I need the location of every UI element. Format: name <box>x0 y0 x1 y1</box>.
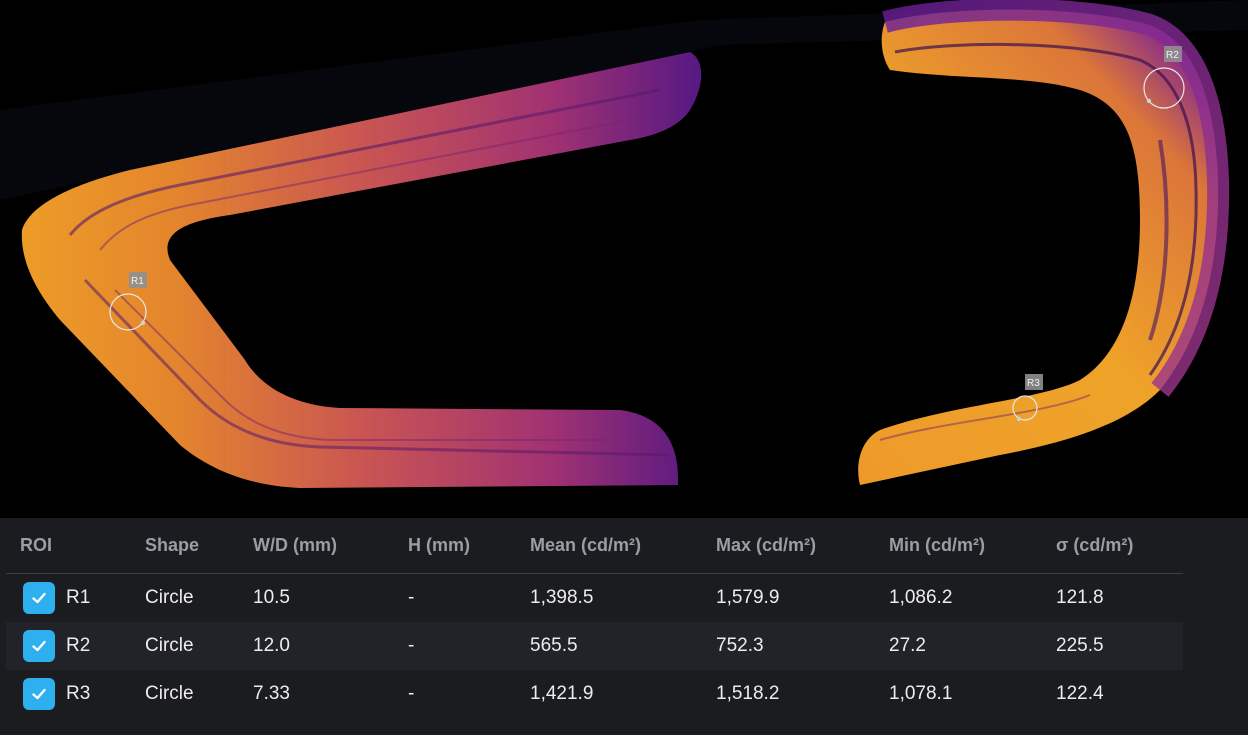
roi-visibility-checkbox[interactable] <box>23 630 55 662</box>
roi-sigma: 121.8 <box>1056 587 1104 608</box>
roi-statistics-panel: ROI Shape W/D (mm) H (mm) Mean (cd/m²) M… <box>0 518 1248 735</box>
column-header-min[interactable]: Min (cd/m²) <box>889 518 985 573</box>
roi-h: - <box>408 635 415 656</box>
roi-min: 1,086.2 <box>889 587 953 608</box>
roi-sigma: 225.5 <box>1056 635 1104 656</box>
column-header-shape[interactable]: Shape <box>145 518 199 573</box>
checkmark-icon <box>32 640 46 652</box>
roi-visibility-checkbox[interactable] <box>23 582 55 614</box>
roi-table: ROI Shape W/D (mm) H (mm) Mean (cd/m²) M… <box>6 518 1183 718</box>
false-color-luminance-image: R1 R2 R3 <box>0 0 1248 488</box>
roi-h: - <box>408 683 415 704</box>
roi-sigma: 122.4 <box>1056 683 1104 704</box>
roi-max: 1,518.2 <box>716 683 780 704</box>
roi-shape: Circle <box>145 683 194 704</box>
roi-name: R2 <box>66 635 91 656</box>
table-row[interactable]: R3 Circle 7.33 - 1,421.9 1,518.2 1,078.1… <box>6 670 1183 718</box>
roi-visibility-checkbox[interactable] <box>23 678 55 710</box>
checkmark-icon <box>32 592 46 604</box>
roi-mean: 1,398.5 <box>530 587 594 608</box>
roi-shape: Circle <box>145 587 194 608</box>
column-header-sigma[interactable]: σ (cd/m²) <box>1056 518 1133 573</box>
column-header-mean[interactable]: Mean (cd/m²) <box>530 518 641 573</box>
roi-wd: 12.0 <box>253 635 290 656</box>
column-header-roi[interactable]: ROI <box>20 518 52 573</box>
column-header-h[interactable]: H (mm) <box>408 518 470 573</box>
luminance-image-viewer[interactable]: R1 R2 R3 <box>0 0 1248 518</box>
roi-max: 1,579.9 <box>716 587 780 608</box>
roi-wd: 7.33 <box>253 683 290 704</box>
roi-mean: 565.5 <box>530 635 578 656</box>
roi-tag-r3: R3 <box>1027 378 1040 389</box>
roi-tag-r1: R1 <box>131 276 144 287</box>
roi-min: 1,078.1 <box>889 683 953 704</box>
roi-shape: Circle <box>145 635 194 656</box>
roi-h: - <box>408 587 415 608</box>
roi-name: R3 <box>66 683 91 704</box>
column-header-max[interactable]: Max (cd/m²) <box>716 518 816 573</box>
roi-name: R1 <box>66 587 91 608</box>
roi-wd: 10.5 <box>253 587 290 608</box>
table-row[interactable]: R1 Circle 10.5 - 1,398.5 1,579.9 1,086.2… <box>6 574 1183 622</box>
column-header-wd[interactable]: W/D (mm) <box>253 518 337 573</box>
table-header: ROI Shape W/D (mm) H (mm) Mean (cd/m²) M… <box>6 518 1183 574</box>
roi-min: 27.2 <box>889 635 926 656</box>
table-row[interactable]: R2 Circle 12.0 - 565.5 752.3 27.2 225.5 <box>6 622 1183 670</box>
checkmark-icon <box>32 688 46 700</box>
roi-max: 752.3 <box>716 635 764 656</box>
roi-mean: 1,421.9 <box>530 683 594 704</box>
roi-tag-r2: R2 <box>1166 50 1179 61</box>
